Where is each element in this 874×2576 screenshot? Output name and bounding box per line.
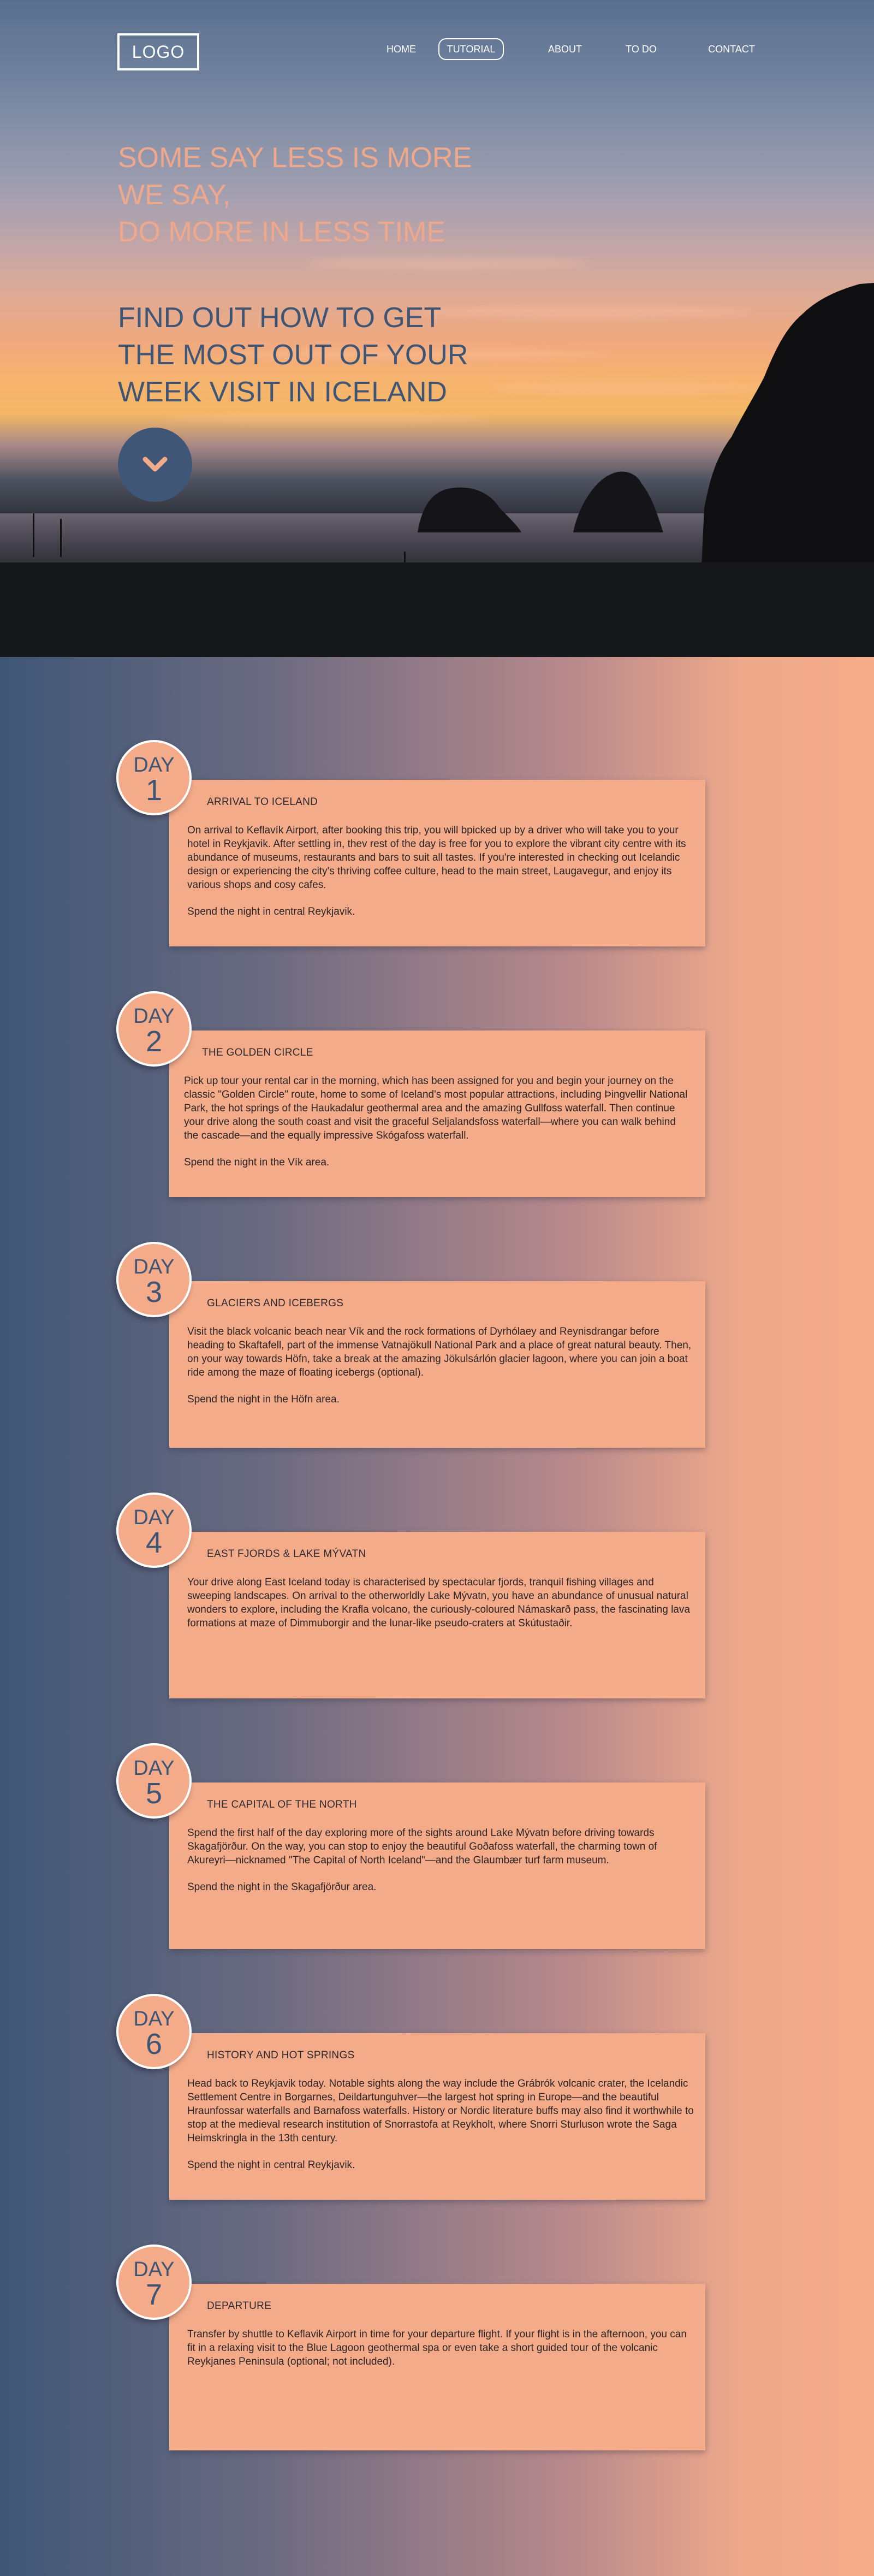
nav-home[interactable]: HOME bbox=[377, 38, 426, 60]
day-badge-label: DAY bbox=[133, 2007, 175, 2030]
day-badge-number: 6 bbox=[145, 2028, 163, 2060]
day-badge-6: DAY 6 bbox=[116, 1994, 192, 2069]
day-body: Spend the first half of the day explorin… bbox=[187, 1827, 657, 1866]
day-badge-5: DAY 5 bbox=[116, 1743, 192, 1819]
day-night: Spend the night in central Reykjavik. bbox=[187, 906, 355, 917]
day-night: Spend the night in the Höfn area. bbox=[187, 1394, 340, 1405]
day-title: THE CAPITAL OF THE NORTH bbox=[207, 1799, 357, 1810]
day-body: Visit the black volcanic beach near Vík … bbox=[187, 1326, 692, 1378]
chevron-down-icon bbox=[142, 457, 168, 472]
day-badge-label: DAY bbox=[133, 1005, 175, 1028]
day-card-4: EAST FJORDS & LAKE MÝVATN Your drive alo… bbox=[169, 1532, 705, 1698]
day-badge-3: DAY 3 bbox=[116, 1242, 192, 1317]
day-body: Transfer by shuttle to Keflavik Airport … bbox=[187, 2329, 687, 2367]
day-badge-7: DAY 7 bbox=[116, 2245, 192, 2320]
nav-contact[interactable]: CONTACT bbox=[699, 38, 764, 60]
day-badge-4: DAY 4 bbox=[116, 1493, 192, 1568]
day-badge-label: DAY bbox=[133, 1506, 175, 1529]
day-badge-number: 7 bbox=[145, 2278, 163, 2311]
day-body: Pick up tour your rental car in the morn… bbox=[184, 1075, 688, 1141]
day-card-1: ARRIVAL TO ICELAND On arrival to Keflaví… bbox=[169, 780, 705, 946]
nav-to-do[interactable]: TO DO bbox=[615, 38, 667, 60]
shoreline bbox=[0, 562, 874, 657]
main-nav: HOME TUTORIAL ABOUT TO DO CONTACT bbox=[0, 38, 874, 60]
nav-tutorial[interactable]: TUTORIAL bbox=[438, 38, 504, 60]
day-badge-number: 4 bbox=[145, 1526, 163, 1559]
day-badge-number: 3 bbox=[145, 1276, 163, 1308]
day-badge-number: 5 bbox=[145, 1777, 163, 1810]
day-description: Visit the black volcanic beach near Vík … bbox=[187, 1325, 695, 1419]
day-badge-label: DAY bbox=[133, 2258, 175, 2281]
day-description: On arrival to Keflavík Airport, after bo… bbox=[187, 824, 695, 932]
day-title: DEPARTURE bbox=[207, 2300, 272, 2312]
day-title: THE GOLDEN CIRCLE bbox=[202, 1047, 313, 1058]
day-description: Pick up tour your rental car in the morn… bbox=[184, 1074, 692, 1182]
day-title: ARRIVAL TO ICELAND bbox=[207, 796, 318, 808]
day-description: Spend the first half of the day explorin… bbox=[187, 1826, 695, 1907]
hero-section: LOGO HOME TUTORIAL ABOUT TO DO CONTACT S… bbox=[0, 0, 874, 657]
hero-tagline: SOME SAY LESS IS MORE WE SAY, DO MORE IN… bbox=[118, 142, 472, 248]
day-body: Head back to Reykjavik today. Notable si… bbox=[187, 2078, 694, 2144]
day-badge-number: 2 bbox=[145, 1025, 163, 1058]
day-night: Spend the night in central Reykjavik. bbox=[187, 2159, 355, 2171]
day-title: HISTORY AND HOT SPRINGS bbox=[207, 2050, 355, 2061]
day-badge-label: DAY bbox=[133, 1757, 175, 1780]
day-badge-2: DAY 2 bbox=[116, 991, 192, 1067]
day-night: Spend the night in the Skagafjörður area… bbox=[187, 1881, 377, 1893]
day-description: Transfer by shuttle to Keflavik Airport … bbox=[187, 2328, 695, 2382]
day-title: EAST FJORDS & LAKE MÝVATN bbox=[207, 1548, 366, 1560]
day-description: Head back to Reykjavik today. Notable si… bbox=[187, 2077, 695, 2185]
day-body: Your drive along East Iceland today is c… bbox=[187, 1577, 690, 1629]
day-card-5: THE CAPITAL OF THE NORTH Spend the first… bbox=[169, 1783, 705, 1949]
hero-headline: FIND OUT HOW TO GET THE MOST OUT OF YOUR… bbox=[118, 302, 468, 408]
day-card-2: THE GOLDEN CIRCLE Pick up tour your rent… bbox=[169, 1031, 705, 1197]
day-badge-label: DAY bbox=[133, 1256, 175, 1278]
day-card-3: GLACIERS AND ICEBERGS Visit the black vo… bbox=[169, 1281, 705, 1448]
day-description: Your drive along East Iceland today is c… bbox=[187, 1576, 695, 1643]
day-badge-number: 1 bbox=[145, 774, 163, 807]
day-badge-1: DAY 1 bbox=[116, 740, 192, 815]
scroll-down-button[interactable] bbox=[118, 428, 192, 502]
day-card-6: HISTORY AND HOT SPRINGS Head back to Rey… bbox=[169, 2033, 705, 2200]
day-card-7: DEPARTURE Transfer by shuttle to Keflavi… bbox=[169, 2284, 705, 2450]
day-title: GLACIERS AND ICEBERGS bbox=[207, 1298, 344, 1309]
nav-about[interactable]: ABOUT bbox=[540, 38, 590, 60]
day-badge-label: DAY bbox=[133, 754, 175, 777]
day-night: Spend the night in the Vík area. bbox=[184, 1157, 330, 1168]
day-body: On arrival to Keflavík Airport, after bo… bbox=[187, 825, 686, 891]
